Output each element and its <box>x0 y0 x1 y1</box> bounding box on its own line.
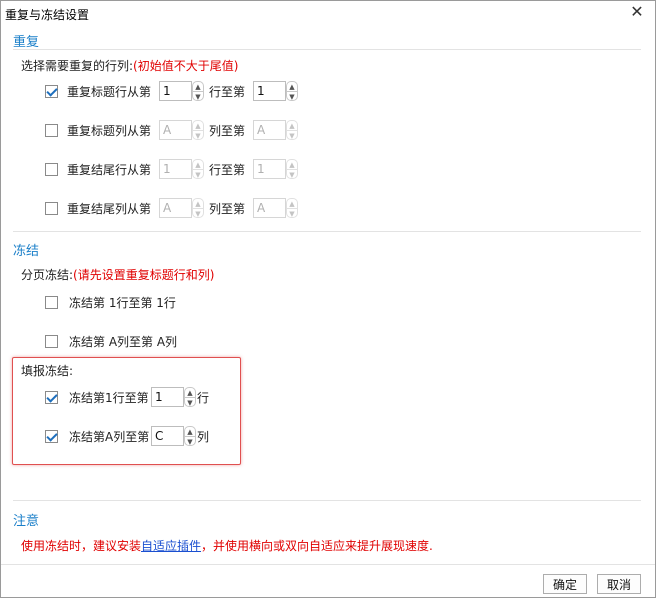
spin-up-icon[interactable]: ▲ <box>286 81 298 91</box>
freeze-section-title: 冻结 <box>13 244 40 259</box>
spin-down-icon[interactable]: ▼ <box>192 130 204 140</box>
spin-up-icon[interactable]: ▲ <box>184 426 196 436</box>
footer-divider <box>1 564 655 565</box>
repeat-title-col-to-input[interactable] <box>253 120 286 140</box>
title-bar: 重复与冻结设置 ✕ <box>1 1 655 25</box>
repeat-footer-col-checkbox[interactable] <box>45 202 58 215</box>
fill-freeze-row-stepper[interactable]: ▲▼ <box>151 387 197 407</box>
page-freeze-prompt-text: 分页冻结: <box>21 268 74 282</box>
repeat-title-row-from-input[interactable] <box>159 81 192 101</box>
repeat-footer-col-to-input[interactable] <box>253 198 286 218</box>
repeat-title-row-label: 重复标题行从第 <box>67 85 152 99</box>
repeat-title-col-checkbox[interactable] <box>45 124 58 137</box>
notice-text-after: ，并使用横向或双向自适应来提升展现速度. <box>201 539 433 553</box>
fill-freeze-row-checkbox[interactable] <box>45 391 58 404</box>
spin-up-icon[interactable]: ▲ <box>286 198 298 208</box>
page-freeze-prompt: 分页冻结:(请先设置重复标题行和列) <box>21 266 214 283</box>
spin-down-icon[interactable]: ▼ <box>286 91 298 101</box>
spin-down-icon[interactable]: ▼ <box>286 169 298 179</box>
close-icon[interactable]: ✕ <box>629 3 645 21</box>
notice-text: 使用冻结时，建议安装自适应插件，并使用横向或双向自适应来提升展现速度. <box>21 537 433 554</box>
repeat-footer-col-label: 重复结尾列从第 <box>67 202 152 216</box>
spin-down-icon[interactable]: ▼ <box>192 169 204 179</box>
repeat-footer-row-from-input[interactable] <box>159 159 192 179</box>
repeat-title-col-to-stepper[interactable]: ▲▼ <box>253 120 299 140</box>
repeat-footer-row-from-stepper[interactable]: ▲▼ <box>159 159 205 179</box>
spin-up-icon[interactable]: ▲ <box>286 159 298 169</box>
repeat-title-col-from-stepper[interactable]: ▲▼ <box>159 120 205 140</box>
fill-freeze-row-input[interactable] <box>151 387 184 407</box>
repeat-divider <box>13 49 641 50</box>
fill-freeze-prompt: 填报冻结: <box>21 364 74 378</box>
repeat-title-row-to-stepper[interactable]: ▲▼ <box>253 81 299 101</box>
fill-freeze-col-label: 冻结第A列至第 <box>69 430 150 444</box>
fill-freeze-col-stepper[interactable]: ▲▼ <box>151 426 197 446</box>
spin-down-icon[interactable]: ▼ <box>184 397 196 407</box>
repeat-hint: (初始值不大于尾值) <box>133 59 239 73</box>
adaptive-plugin-link[interactable]: 自适应插件 <box>141 539 201 553</box>
spin-up-icon[interactable]: ▲ <box>192 198 204 208</box>
spin-down-icon[interactable]: ▼ <box>286 208 298 218</box>
repeat-title-row-checkbox[interactable] <box>45 85 58 98</box>
section-divider <box>13 231 641 232</box>
spin-up-icon[interactable]: ▲ <box>192 120 204 130</box>
notice-section-title: 注意 <box>13 514 40 529</box>
fill-freeze-row-label: 冻结第1行至第 <box>69 391 149 405</box>
repeat-footer-col-from-stepper[interactable]: ▲▼ <box>159 198 205 218</box>
spin-up-icon[interactable]: ▲ <box>286 120 298 130</box>
repeat-title-col-mid: 列至第 <box>209 124 246 138</box>
repeat-footer-row-to-stepper[interactable]: ▲▼ <box>253 159 299 179</box>
repeat-title-col-from-input[interactable] <box>159 120 192 140</box>
repeat-title-row-mid: 行至第 <box>209 85 246 99</box>
spin-up-icon[interactable]: ▲ <box>192 159 204 169</box>
page-freeze-row-checkbox[interactable] <box>45 296 58 309</box>
repeat-footer-col-to-stepper[interactable]: ▲▼ <box>253 198 299 218</box>
page-freeze-row-label: 冻结第 1行至第 1行 <box>69 296 176 310</box>
repeat-footer-row-to-input[interactable] <box>253 159 286 179</box>
fill-freeze-col-suffix: 列 <box>197 430 210 444</box>
repeat-prompt: 选择需要重复的行列:(初始值不大于尾值) <box>21 57 238 74</box>
ok-button[interactable]: 确定 <box>543 574 587 594</box>
repeat-section-title: 重复 <box>13 35 40 50</box>
spin-up-icon[interactable]: ▲ <box>184 387 196 397</box>
repeat-title-row-to-input[interactable] <box>253 81 286 101</box>
spin-down-icon[interactable]: ▼ <box>192 91 204 101</box>
page-freeze-hint: (请先设置重复标题行和列) <box>73 268 215 282</box>
repeat-footer-col-from-input[interactable] <box>159 198 192 218</box>
spin-down-icon[interactable]: ▼ <box>184 436 196 446</box>
page-freeze-col-checkbox[interactable] <box>45 335 58 348</box>
spin-down-icon[interactable]: ▼ <box>192 208 204 218</box>
section-divider <box>13 500 641 501</box>
notice-text-before: 使用冻结时，建议安装 <box>21 539 142 553</box>
repeat-prompt-text: 选择需要重复的行列: <box>21 59 134 73</box>
spin-down-icon[interactable]: ▼ <box>286 130 298 140</box>
spin-up-icon[interactable]: ▲ <box>192 81 204 91</box>
cancel-button[interactable]: 取消 <box>597 574 641 594</box>
dialog-title: 重复与冻结设置 <box>5 8 90 22</box>
repeat-title-col-label: 重复标题列从第 <box>67 124 152 138</box>
repeat-footer-row-label: 重复结尾行从第 <box>67 163 152 177</box>
repeat-footer-row-checkbox[interactable] <box>45 163 58 176</box>
repeat-title-row-from-stepper[interactable]: ▲▼ <box>159 81 205 101</box>
page-freeze-col-label: 冻结第 A列至第 A列 <box>69 335 178 349</box>
fill-freeze-row-suffix: 行 <box>197 391 210 405</box>
repeat-footer-col-mid: 列至第 <box>209 202 246 216</box>
fill-freeze-col-input[interactable] <box>151 426 184 446</box>
fill-freeze-col-checkbox[interactable] <box>45 430 58 443</box>
repeat-freeze-dialog: 重复与冻结设置 ✕ 重复 选择需要重复的行列:(初始值不大于尾值) 重复标题行从… <box>0 0 656 598</box>
repeat-footer-row-mid: 行至第 <box>209 163 246 177</box>
